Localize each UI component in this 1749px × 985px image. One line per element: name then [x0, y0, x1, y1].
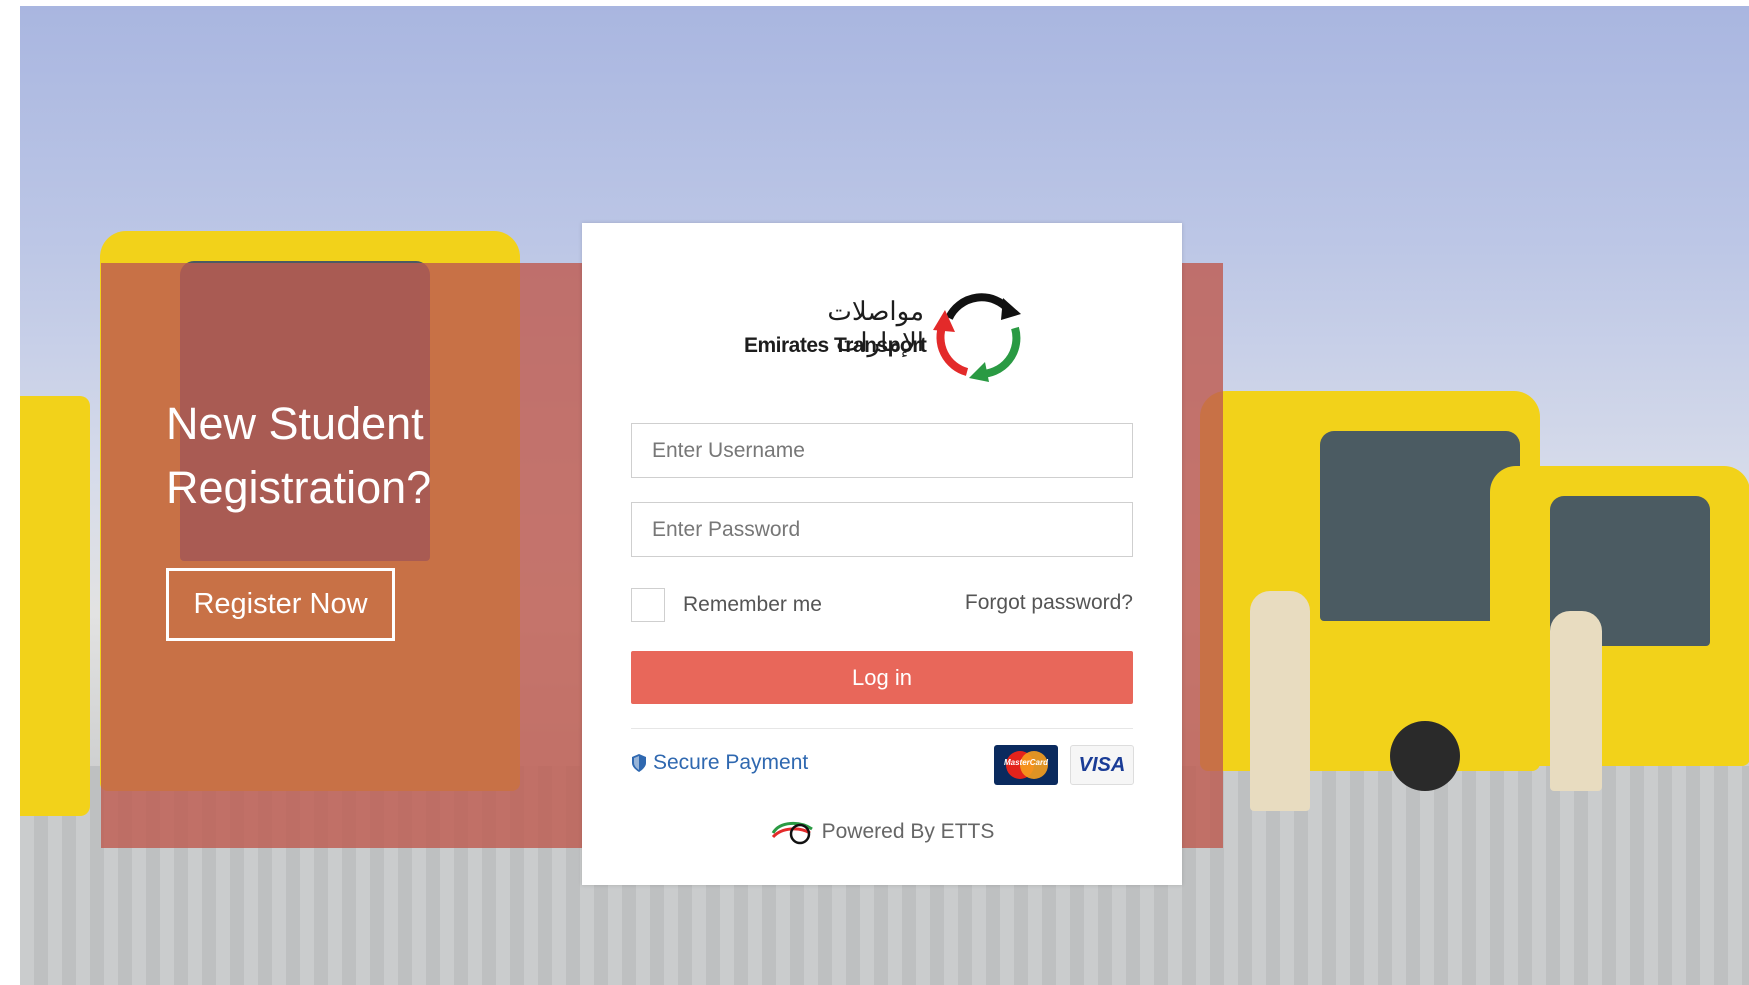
- school-bus-right-2: [1490, 466, 1749, 766]
- payment-cards: MasterCard VISA: [994, 745, 1134, 785]
- promo-title-line1: New Student: [166, 398, 424, 449]
- remember-me-label[interactable]: Remember me: [683, 593, 822, 617]
- emirates-transport-logo: مواصلات الإمارات Emirates Transport: [742, 288, 1027, 388]
- promo-title: New Student Registration?: [166, 392, 431, 520]
- shield-icon: [632, 754, 646, 772]
- login-card: مواصلات الإمارات Emirates Transport Reme…: [582, 223, 1182, 885]
- remember-me-checkbox[interactable]: [631, 588, 665, 622]
- promo-overlay-left: [101, 263, 582, 848]
- register-now-button[interactable]: Register Now: [166, 568, 395, 641]
- driver-figure: [1250, 591, 1310, 811]
- forgot-password-link[interactable]: Forgot password?: [965, 591, 1133, 615]
- secure-payment-link[interactable]: Secure Payment: [631, 751, 808, 775]
- etts-logo-icon: [771, 822, 813, 845]
- powered-by-label: Powered By ETTS: [821, 820, 995, 843]
- powered-by: Powered By ETTS: [582, 819, 1182, 845]
- username-input[interactable]: [631, 423, 1133, 478]
- logo-english-text: Emirates Transport: [744, 334, 927, 357]
- password-input[interactable]: [631, 502, 1133, 557]
- visa-icon: VISA: [1070, 745, 1134, 785]
- promo-title-line2: Registration?: [166, 462, 432, 513]
- promo-overlay-right: [1182, 263, 1223, 848]
- school-bus-edge: [20, 396, 90, 816]
- driver-figure: [1550, 611, 1602, 791]
- secure-payment-label: Secure Payment: [653, 751, 809, 774]
- logo-arrows-icon: [933, 293, 1021, 382]
- login-button[interactable]: Log in: [631, 651, 1133, 704]
- divider: [631, 728, 1133, 729]
- mastercard-text: MasterCard: [1003, 758, 1048, 767]
- mastercard-icon: MasterCard: [994, 745, 1058, 785]
